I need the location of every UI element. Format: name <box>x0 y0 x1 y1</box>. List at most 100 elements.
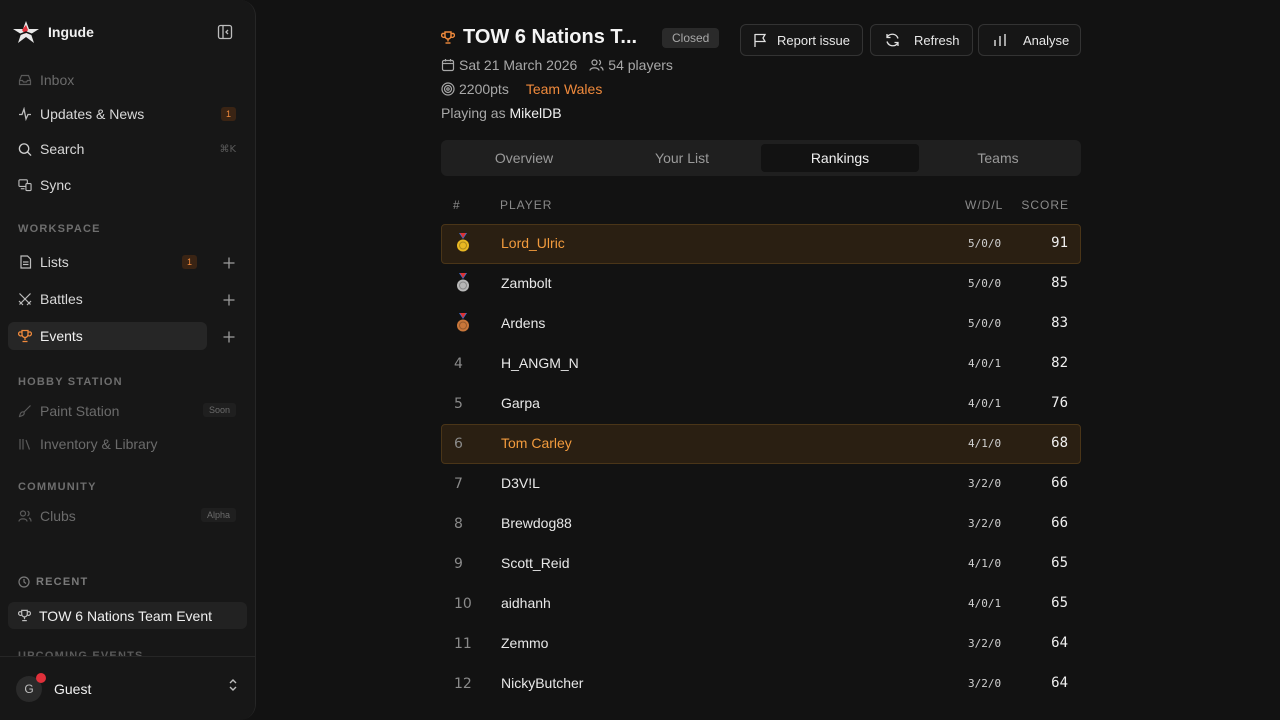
table-row[interactable]: 9 Scott_Reid 4/1/0 65 <box>441 544 1081 584</box>
row-score: 85 <box>1051 275 1068 291</box>
table-row[interactable]: 4 H_ANGM_N 4/0/1 82 <box>441 344 1081 384</box>
sidebar-item-label: Battles <box>40 291 83 307</box>
row-wdl: 5/0/0 <box>968 237 1002 250</box>
tab-rankings[interactable]: Rankings <box>761 144 919 172</box>
sidebar-item-inventory[interactable]: Inventory & Library <box>8 430 246 458</box>
row-score: 64 <box>1051 675 1068 691</box>
plus-icon <box>223 294 235 306</box>
recent-item-event[interactable]: TOW 6 Nations Team Event <box>8 602 247 629</box>
bronze-medal-icon <box>457 313 469 332</box>
event-meta-row-2: 2200pts Team Wales <box>441 81 602 97</box>
row-player: Scott_Reid <box>501 555 570 571</box>
add-event-button[interactable] <box>220 328 238 346</box>
event-tabs: Overview Your List Rankings Teams <box>441 140 1081 176</box>
status-badge: Closed <box>662 28 720 48</box>
page-title: TOW 6 Nations T... <box>463 26 638 48</box>
row-rank: 11 <box>454 636 472 652</box>
table-row[interactable]: 12 NickyButcher 3/2/0 64 <box>441 664 1081 704</box>
tab-overview[interactable]: Overview <box>445 144 603 172</box>
notification-dot <box>36 672 46 683</box>
row-rank: 4 <box>454 356 463 372</box>
sidebar-item-events[interactable]: Events <box>8 322 207 350</box>
user-menu[interactable]: G Guest <box>0 656 255 720</box>
row-wdl: 4/0/1 <box>968 357 1002 370</box>
sidebar-item-label: Sync <box>40 177 72 193</box>
recent-section-label: RECENT <box>18 576 88 588</box>
brand[interactable]: Ingude <box>12 20 94 44</box>
plus-icon <box>223 331 235 343</box>
sidebar-item-search[interactable]: Search ⌘K <box>8 135 246 163</box>
sidebar-item-sync[interactable]: Sync <box>8 171 246 199</box>
sidebar-toggle-icon <box>217 24 233 40</box>
sidebar-item-label: Lists <box>40 254 69 270</box>
row-rank: 7 <box>454 476 463 492</box>
sidebar-item-inbox[interactable]: Inbox <box>8 66 246 94</box>
target-icon <box>441 82 455 96</box>
users-icon <box>589 58 604 72</box>
tab-teams[interactable]: Teams <box>919 144 1077 172</box>
row-wdl: 3/2/0 <box>968 517 1002 530</box>
sidebar-item-clubs[interactable]: Clubs Alpha <box>8 502 246 530</box>
lists-count-badge: 1 <box>182 255 197 269</box>
rankings-table-header: # PLAYER W/D/L SCORE <box>441 198 1081 214</box>
app-name: Ingude <box>48 24 94 40</box>
add-list-button[interactable] <box>220 254 238 272</box>
trophy-icon <box>18 329 32 343</box>
row-score: 64 <box>1051 635 1068 651</box>
sidebar-item-paint-station[interactable]: Paint Station Soon <box>8 397 246 425</box>
report-issue-button[interactable]: Report issue <box>740 24 863 56</box>
row-score: 65 <box>1051 595 1068 611</box>
trophy-icon <box>441 31 455 44</box>
sidebar-item-label: Paint Station <box>40 403 120 419</box>
event-meta-row: Sat 21 March 2026 54 players <box>441 57 673 73</box>
row-wdl: 4/1/0 <box>968 557 1002 570</box>
row-wdl: 5/0/0 <box>968 277 1002 290</box>
row-player: aidhanh <box>501 595 551 611</box>
sidebar-item-battles[interactable]: Battles <box>8 285 207 313</box>
analyse-label: Analyse <box>1023 32 1070 48</box>
row-wdl: 3/2/0 <box>968 637 1002 650</box>
table-row[interactable]: Ardens 5/0/0 83 <box>441 304 1081 344</box>
row-score: 68 <box>1051 435 1068 451</box>
row-score: 82 <box>1051 355 1068 371</box>
soon-tag: Soon <box>202 403 236 417</box>
search-icon <box>18 142 32 156</box>
table-row[interactable]: 11 Zemmo 3/2/0 64 <box>441 624 1081 664</box>
sidebar-item-label: Events <box>40 328 83 344</box>
table-row[interactable]: 8 Brewdog88 3/2/0 66 <box>441 504 1081 544</box>
table-row[interactable]: Zambolt 5/0/0 85 <box>441 264 1081 304</box>
add-battle-button[interactable] <box>220 291 238 309</box>
team-link[interactable]: Team Wales <box>526 81 603 97</box>
trophy-icon <box>18 609 31 622</box>
table-row[interactable]: 6 Tom Carley 4/1/0 68 <box>441 424 1081 464</box>
row-player: Ardens <box>501 315 546 331</box>
sync-icon <box>18 178 32 192</box>
row-player: Zambolt <box>501 275 552 291</box>
sidebar-item-label: Updates & News <box>40 106 145 122</box>
row-score: 66 <box>1051 475 1068 491</box>
workspace-section-label: WORKSPACE <box>18 223 101 235</box>
table-row[interactable]: 5 Garpa 4/0/1 76 <box>441 384 1081 424</box>
player-count: 54 players <box>608 57 673 73</box>
row-wdl: 3/2/0 <box>968 477 1002 490</box>
sidebar-item-lists[interactable]: Lists 1 <box>8 248 207 276</box>
updates-count-badge: 1 <box>221 107 236 121</box>
row-player: Lord_Ulric <box>501 235 565 251</box>
table-row[interactable]: Lord_Ulric 5/0/0 91 <box>441 224 1081 264</box>
refresh-button[interactable]: Refresh <box>870 24 973 56</box>
refresh-label: Refresh <box>914 32 960 48</box>
sidebar-item-updates[interactable]: Updates & News 1 <box>8 100 246 128</box>
row-score: 66 <box>1051 515 1068 531</box>
table-row[interactable]: 7 D3V!L 3/2/0 66 <box>441 464 1081 504</box>
analyse-button[interactable]: Analyse <box>978 24 1081 56</box>
table-row[interactable]: 10 aidhanh 4/0/1 65 <box>441 584 1081 624</box>
collapse-sidebar-button[interactable] <box>215 22 235 42</box>
row-wdl: 4/0/1 <box>968 397 1002 410</box>
community-section-label: COMMUNITY <box>18 481 97 493</box>
flag-icon <box>753 33 767 48</box>
playing-as-name: MikelDB <box>509 105 562 121</box>
col-wdl: W/D/L <box>965 198 1004 212</box>
tab-your-list[interactable]: Your List <box>603 144 761 172</box>
row-rank: 10 <box>454 596 472 612</box>
avatar-initial: G <box>24 681 34 696</box>
